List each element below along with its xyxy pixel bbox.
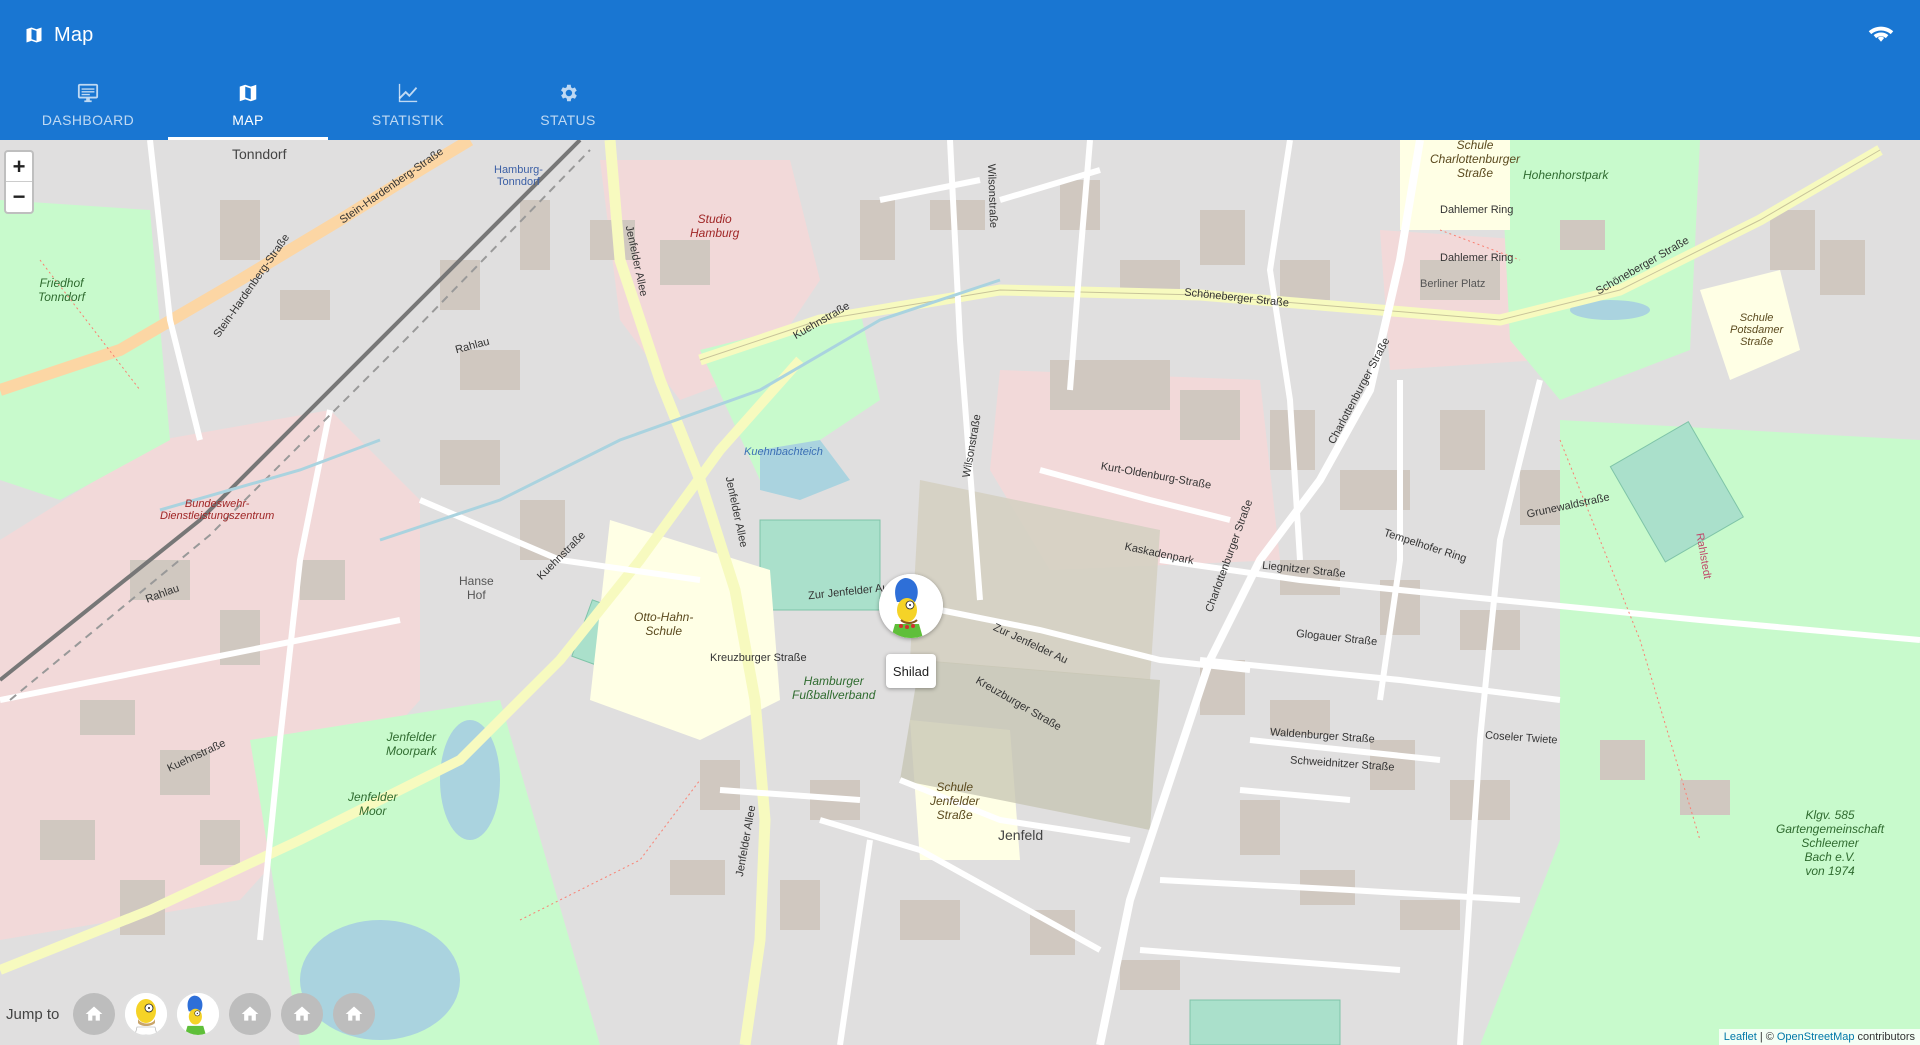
tab-dashboard[interactable]: DASHBOARD [8,78,168,140]
osm-link[interactable]: OpenStreetMap [1777,1031,1855,1043]
zoom-control: + − [4,150,34,214]
place-label-jenfeld: Jenfeld [998,827,1044,843]
attribution-separator: | © [1759,1031,1774,1043]
home-icon [242,1006,259,1021]
app-bar: Map DASHBOARD MAP STATISTIK STATUS [0,0,1920,140]
person-popup: Shilad [886,654,936,688]
person-marker[interactable] [879,574,943,638]
marge-avatar-icon [177,993,220,1035]
jump-to-bar: Jump to [0,993,376,1035]
tab-map[interactable]: MAP [168,78,328,140]
home-icon [346,1006,363,1021]
water-body [440,720,500,840]
marge-avatar-icon [879,574,943,638]
jump-home-button[interactable] [73,993,116,1035]
attribution-suffix: contributors [1857,1031,1915,1043]
place-label-berliner-platz: Berliner Platz [1420,278,1486,290]
jump-to-label: Jump to [6,1005,60,1023]
place-label-hamburg-tonndorf: Hamburg- Tonndorf [494,164,543,188]
tab-dashboard-label: DASHBOARD [41,112,135,128]
tab-status-label: STATUS [540,112,596,128]
jump-home-button[interactable] [333,993,376,1035]
place-label-schule-jenfelder: Schule Jenfelder Straße [930,780,980,822]
jump-avatar-button[interactable] [125,993,168,1035]
place-label-kleingarten: Klgv. 585 Gartengemeinschaft Schleemer B… [1776,808,1885,878]
place-label-hohenhorstpark: Hohenhorstpark [1523,168,1609,182]
place-label-jenfelder-moorpark: Jenfelder Moorpark [386,730,437,758]
place-label-jenfelder-moor: Jenfelder Moor [348,790,398,818]
street-label-wilsonstrasse-2: Wilsonstraße [984,163,1000,229]
chart-line-icon [398,83,418,103]
map-canvas[interactable]: Tonndorf Jenfeld Hamburg- Tonndorf Hanse… [0,140,1920,1045]
place-label-schule-potsdamer: Schule Potsdamer Straße [1730,312,1784,348]
place-label-schule-charlottenburger: Schule Charlottenburger Straße [1430,140,1521,180]
jump-home-button[interactable] [229,993,272,1035]
map-icon [239,84,257,102]
person-name: Shilad [892,663,930,679]
place-label-hanse-hof: Hanse Hof [459,574,494,602]
app-title: Map [54,23,94,46]
tab-statistik-label: STATISTIK [371,112,445,128]
home-icon [86,1006,103,1021]
monitor-icon [77,83,99,103]
jump-avatar-button[interactable] [177,993,220,1035]
zoom-out-button[interactable]: − [6,182,32,212]
place-label-fussballverband: Hamburger Fußballverband [792,674,876,702]
place-label-friedhof: Friedhof Tonndorf [38,276,85,304]
place-label-tonndorf: Tonndorf [232,146,287,162]
place-label-studio: Studio Hamburg [690,212,740,240]
tab-map-label: MAP [232,112,264,128]
map-attribution: Leaflet | © OpenStreetMap contributors [1718,1029,1920,1045]
tab-statistik[interactable]: STATISTIK [328,78,488,140]
homer-avatar-icon [125,993,168,1035]
street-label-dahlemer-ring: Dahlemer Ring [1440,252,1514,264]
tab-status[interactable]: STATUS [488,78,648,140]
zoom-in-button[interactable]: + [6,152,32,182]
place-label-kuehnbachteich: Kuehnbachteich [744,446,823,458]
home-icon [294,1006,311,1021]
place-label-bundeswehr: Bundeswehr- Dienstleistungszentrum [160,498,275,522]
street-label-dahlemer-ring-2: Dahlemer Ring [1440,204,1514,216]
map-icon [26,27,42,43]
gear-icon [561,84,577,102]
app-title-row: Map [24,20,94,50]
tab-bar: DASHBOARD MAP STATISTIK STATUS [8,78,648,140]
wifi-icon [1868,26,1894,42]
place-label-otto-hahn: Otto-Hahn- Schule [634,610,694,638]
sports-field [1189,999,1341,1045]
street-label-kreuzburger: Kreuzburger Straße [710,652,807,664]
leaflet-link[interactable]: Leaflet [1724,1031,1757,1043]
jump-home-button[interactable] [281,993,324,1035]
